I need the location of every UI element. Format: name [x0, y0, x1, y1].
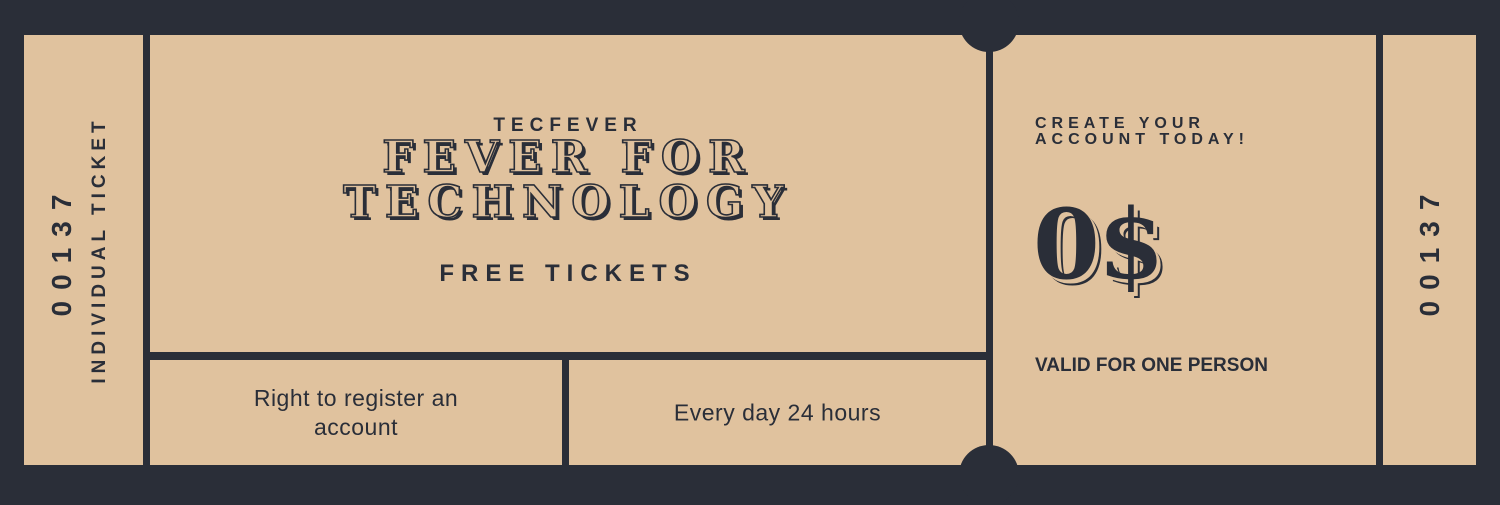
right-stub: 00137: [1383, 35, 1476, 465]
feature-right-text: Every day 24 hours: [673, 399, 882, 425]
left-stub-label: INDIVIDUAL TICKET: [88, 116, 110, 384]
perforation-notch-bottom: [959, 445, 1019, 505]
ticket-main-header: TECFEVER FEVER FOR TECHNOLOGY FREE TICKE…: [150, 35, 986, 352]
validity-text: VALID FOR ONE PERSON: [1035, 355, 1268, 376]
subheadline: FREE TICKETS: [439, 260, 697, 287]
left-stub-number: 00137: [45, 183, 77, 317]
feature-box-left: Right to register an account: [150, 360, 562, 465]
promo-text: CREATE YOUR ACCOUNT TODAY!: [1035, 116, 1249, 148]
right-stub-number: 00137: [1413, 183, 1445, 317]
feature-left-text: Right to register an account: [253, 384, 459, 440]
promo-line-2: ACCOUNT TODAY!: [1035, 131, 1250, 148]
price-section: CREATE YOUR ACCOUNT TODAY! 0$ VALID FOR …: [993, 35, 1376, 465]
headline: FEVER FOR TECHNOLOGY: [150, 132, 986, 228]
headline-line-1: FEVER FOR: [381, 132, 754, 183]
promo-line-1: CREATE YOUR: [1035, 115, 1205, 132]
price: 0$: [1033, 188, 1165, 301]
headline-line-2: TECHNOLOGY: [342, 177, 793, 228]
ticket: 00137 INDIVIDUAL TICKET TECFEVER FEVER F…: [0, 0, 1500, 505]
left-stub: 00137 INDIVIDUAL TICKET: [24, 35, 143, 465]
feature-box-right: Every day 24 hours: [569, 360, 986, 465]
